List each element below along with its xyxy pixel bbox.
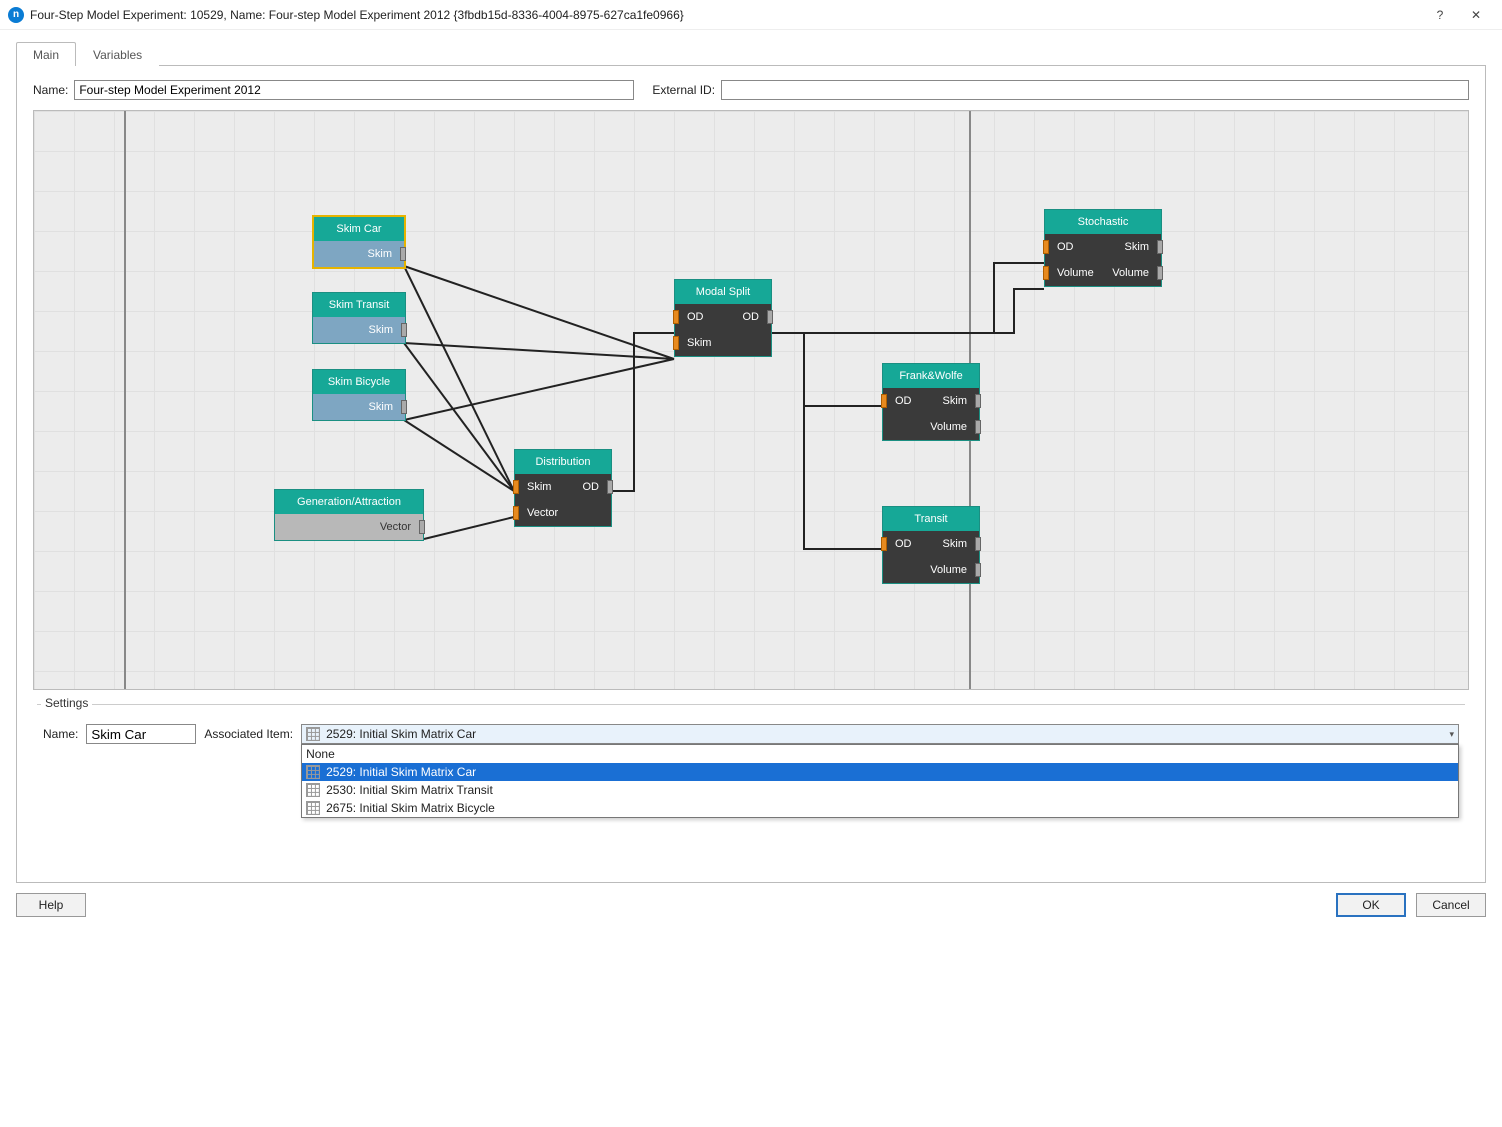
main-panel: Name: External ID: (16, 66, 1486, 883)
tab-variables[interactable]: Variables (76, 42, 159, 66)
input-port[interactable] (513, 480, 519, 494)
combo-option[interactable]: 2530: Initial Skim Matrix Transit (302, 781, 1458, 799)
port-label: OD (743, 311, 760, 323)
node-frank-wolfe[interactable]: Frank&Wolfe OD Skim Volume (882, 363, 980, 441)
node-modal-split[interactable]: Modal Split OD OD Skim (674, 279, 772, 357)
node-skim-transit[interactable]: Skim Transit Skim (312, 292, 406, 344)
node-title: Skim Car (314, 217, 404, 241)
settings-group: Settings Name: Associated Item: 2529: In… (33, 704, 1469, 882)
node-generation-attraction[interactable]: Generation/Attraction Vector (274, 489, 424, 541)
cancel-button[interactable]: Cancel (1416, 893, 1486, 917)
port-label: Volume (1057, 267, 1094, 279)
node-title: Transit (883, 507, 979, 531)
dialog-footer: Help OK Cancel (0, 883, 1502, 927)
port-label: OD (1057, 241, 1074, 253)
connection-wires (34, 111, 1468, 689)
port-label: Skim (527, 481, 551, 493)
output-port[interactable] (767, 310, 773, 324)
port-label: Vector (527, 507, 558, 519)
port-label: Skim (369, 324, 393, 336)
node-title: Stochastic (1045, 210, 1161, 234)
name-label: Name: (33, 83, 68, 97)
node-title: Generation/Attraction (275, 490, 423, 514)
window-title: Four-Step Model Experiment: 10529, Name:… (30, 8, 1422, 22)
node-stochastic[interactable]: Stochastic OD Skim Volume Volume (1044, 209, 1162, 287)
close-icon[interactable]: ✕ (1458, 1, 1494, 29)
diagram-canvas[interactable]: Skim Car Skim Skim Transit Skim Skim Bic… (33, 110, 1469, 690)
output-port[interactable] (401, 323, 407, 337)
ok-button[interactable]: OK (1336, 893, 1406, 917)
chevron-down-icon: ▾ (1449, 729, 1454, 740)
port-label: Skim (1125, 241, 1149, 253)
port-label: Skim (687, 337, 711, 349)
matrix-icon (306, 783, 320, 797)
settings-name-label: Name: (43, 727, 78, 741)
output-port[interactable] (975, 563, 981, 577)
titlebar: n Four-Step Model Experiment: 10529, Nam… (0, 0, 1502, 30)
help-icon[interactable]: ? (1422, 1, 1458, 29)
tab-main[interactable]: Main (16, 42, 76, 66)
name-input[interactable] (74, 80, 634, 100)
port-label: Volume (930, 564, 967, 576)
settings-legend: Settings (41, 696, 92, 710)
output-port[interactable] (419, 520, 425, 534)
app-icon: n (8, 7, 24, 23)
associated-item-combo[interactable]: 2529: Initial Skim Matrix Car ▾ None 252… (301, 724, 1459, 744)
node-title: Skim Bicycle (313, 370, 405, 394)
port-label: Skim (369, 401, 393, 413)
node-title: Frank&Wolfe (883, 364, 979, 388)
external-id-label: External ID: (652, 83, 715, 97)
output-port[interactable] (975, 420, 981, 434)
port-label: Volume (930, 421, 967, 433)
port-label: OD (687, 311, 704, 323)
matrix-icon (306, 801, 320, 815)
combo-dropdown: None 2529: Initial Skim Matrix Car 2530:… (301, 744, 1459, 818)
output-port[interactable] (401, 400, 407, 414)
node-title: Modal Split (675, 280, 771, 304)
node-distribution[interactable]: Distribution Skim OD Vector (514, 449, 612, 527)
port-label: OD (583, 481, 600, 493)
port-label: Skim (943, 538, 967, 550)
input-port[interactable] (881, 394, 887, 408)
combo-selected: 2529: Initial Skim Matrix Car (326, 727, 476, 741)
port-label: Skim (943, 395, 967, 407)
output-port[interactable] (607, 480, 613, 494)
tab-bar: Main Variables (0, 38, 1502, 66)
matrix-icon (306, 727, 320, 741)
combo-option-none[interactable]: None (302, 745, 1458, 763)
help-button[interactable]: Help (16, 893, 86, 917)
port-label: OD (895, 538, 912, 550)
combo-option[interactable]: 2675: Initial Skim Matrix Bicycle (302, 799, 1458, 817)
input-port[interactable] (1043, 240, 1049, 254)
node-transit[interactable]: Transit OD Skim Volume (882, 506, 980, 584)
input-port[interactable] (673, 336, 679, 350)
port-label: Skim (368, 248, 392, 260)
node-skim-bicycle[interactable]: Skim Bicycle Skim (312, 369, 406, 421)
output-port[interactable] (975, 394, 981, 408)
node-skim-car[interactable]: Skim Car Skim (312, 215, 406, 269)
input-port[interactable] (1043, 266, 1049, 280)
settings-name-input[interactable] (86, 724, 196, 744)
output-port[interactable] (1157, 266, 1163, 280)
node-title: Skim Transit (313, 293, 405, 317)
node-title: Distribution (515, 450, 611, 474)
input-port[interactable] (881, 537, 887, 551)
external-id-input[interactable] (721, 80, 1469, 100)
output-port[interactable] (400, 247, 406, 261)
associated-item-label: Associated Item: (204, 727, 293, 741)
port-label: Volume (1112, 267, 1149, 279)
combo-option[interactable]: 2529: Initial Skim Matrix Car (302, 763, 1458, 781)
port-label: OD (895, 395, 912, 407)
input-port[interactable] (513, 506, 519, 520)
output-port[interactable] (1157, 240, 1163, 254)
output-port[interactable] (975, 537, 981, 551)
input-port[interactable] (673, 310, 679, 324)
guide-line (124, 111, 126, 689)
port-label: Vector (380, 521, 411, 533)
matrix-icon (306, 765, 320, 779)
